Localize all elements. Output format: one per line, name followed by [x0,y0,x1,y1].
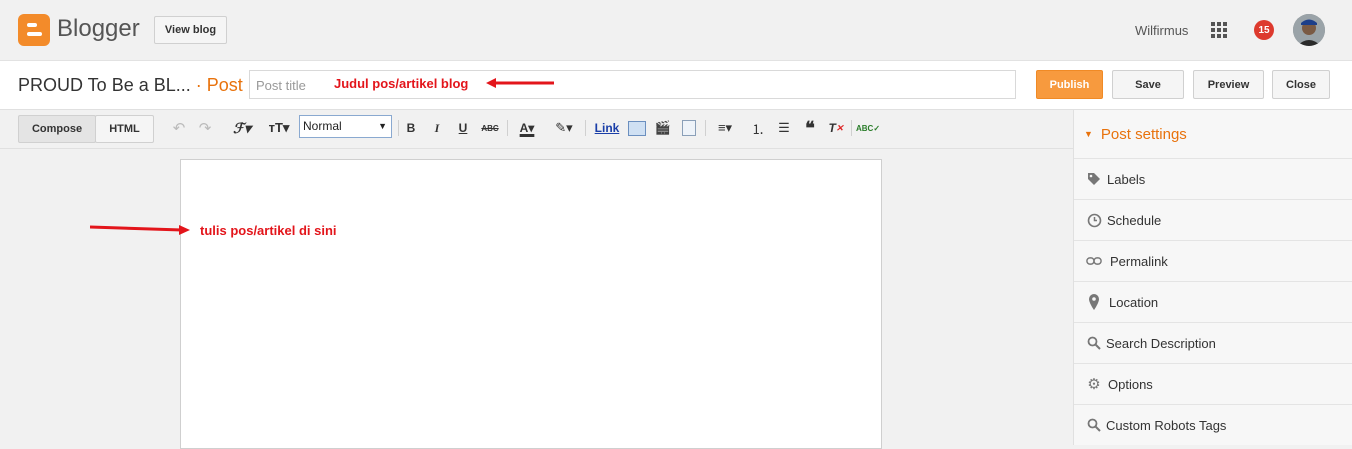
italic-icon[interactable]: I [429,118,445,138]
font-family-icon[interactable]: ℱ▾ [227,118,257,138]
search-icon [1086,335,1102,351]
undo-icon[interactable]: ↶ [170,118,188,138]
user-name[interactable]: Wilfirmus [1135,23,1188,38]
sidebar-item-search-description[interactable]: Search Description [1074,322,1352,363]
bold-icon[interactable]: B [403,118,419,138]
toolbar-divider [851,120,852,136]
numbered-list-icon[interactable]: ⒈ [748,118,768,138]
body-annotation: tulis pos/artikel di sini [200,223,337,238]
toolbar-divider [398,120,399,136]
blog-title[interactable]: PROUD To Be a BL... [18,75,191,95]
highlight-color-icon[interactable]: ✎▾ [549,118,579,138]
align-icon[interactable]: ≡▾ [710,118,740,138]
editor-area: tulis pos/artikel di sini [0,149,1073,449]
caret-down-icon: ▼ [1084,129,1093,139]
insert-image-icon[interactable] [627,118,647,138]
top-bar: Blogger View blog Wilfirmus 15 [0,0,1352,61]
sidebar-item-schedule[interactable]: Schedule [1074,199,1352,240]
pin-icon [1086,294,1102,310]
sidebar-item-label: Options [1108,377,1153,392]
body-annotation-arrow-icon [90,225,190,235]
remove-formatting-icon[interactable]: T ✕ [826,118,846,138]
blog-name: PROUD To Be a BL... · Post [18,75,243,96]
text-color-icon[interactable]: A▾ [512,118,542,138]
editor-toolbar: Compose HTML ↶ ↷ ℱ▾ тT▾ Normal ▼ B I U AB… [0,110,1073,149]
sidebar-item-permalink[interactable]: Permalink [1074,240,1352,281]
link-button[interactable]: Link [592,118,622,138]
jump-break-icon[interactable] [679,118,699,138]
post-body-editor[interactable] [180,159,882,449]
search-icon [1086,417,1102,433]
preview-button[interactable]: Preview [1193,70,1264,99]
view-blog-button[interactable]: View blog [154,16,227,44]
post-title-bar: PROUD To Be a BL... · Post Post title Ju… [0,61,1352,110]
sidebar-item-labels[interactable]: Labels [1074,158,1352,199]
compose-tab[interactable]: Compose [18,115,96,143]
spellcheck-icon[interactable]: ABC✓ [856,118,880,138]
sidebar-item-label: Search Description [1106,336,1216,351]
notification-badge[interactable]: 15 [1254,20,1274,40]
clock-icon [1086,212,1102,228]
title-annotation: Judul pos/artikel blog [334,76,469,91]
format-select-value: Normal [303,119,342,133]
title-annotation-arrow-icon [486,78,554,88]
bulleted-list-icon[interactable]: ☰ [774,118,794,138]
blogger-logo-icon[interactable] [18,14,50,46]
link-icon [1086,253,1102,269]
underline-icon[interactable]: U [455,118,471,138]
post-settings-sidebar: ▼ Post settings Labels Schedule Permalink… [1073,110,1352,445]
toolbar-divider [705,120,706,136]
post-label: Post [206,75,243,95]
tag-icon [1086,171,1102,187]
toolbar-divider [585,120,586,136]
html-tab[interactable]: HTML [95,115,154,143]
strikethrough-icon[interactable]: ABC [479,118,501,138]
save-button[interactable]: Save [1112,70,1184,99]
post-settings-label: Post settings [1100,126,1187,143]
sidebar-item-label: Permalink [1110,254,1168,269]
sidebar-item-location[interactable]: Location [1074,281,1352,322]
quote-icon[interactable]: ❝ [800,118,820,138]
brand-name[interactable]: Blogger [57,15,140,43]
sidebar-item-label: Schedule [1107,213,1162,228]
sidebar-item-label: Labels [1107,172,1146,187]
title-separator: · [190,75,207,95]
toolbar-divider [507,120,508,136]
redo-icon[interactable]: ↷ [196,118,214,138]
sidebar-item-options[interactable]: ⚙ Options [1074,363,1352,404]
sidebar-item-label: Custom Robots Tags [1106,418,1227,433]
chevron-down-icon: ▼ [378,121,387,131]
sidebar-item-label: Location [1109,295,1159,310]
post-title-placeholder: Post title [256,78,306,93]
close-button[interactable]: Close [1272,70,1330,99]
sidebar-item-custom-robots-tags[interactable]: Custom Robots Tags [1074,404,1352,445]
publish-button[interactable]: Publish [1036,70,1103,99]
insert-video-icon[interactable]: 🎬 [653,118,673,138]
font-size-icon[interactable]: тT▾ [264,118,294,138]
avatar[interactable] [1293,14,1325,46]
post-settings-heading[interactable]: ▼ Post settings [1084,126,1187,143]
format-select[interactable]: Normal ▼ [299,115,392,138]
gear-icon: ⚙ [1087,376,1101,393]
apps-grid-icon[interactable] [1211,22,1227,38]
